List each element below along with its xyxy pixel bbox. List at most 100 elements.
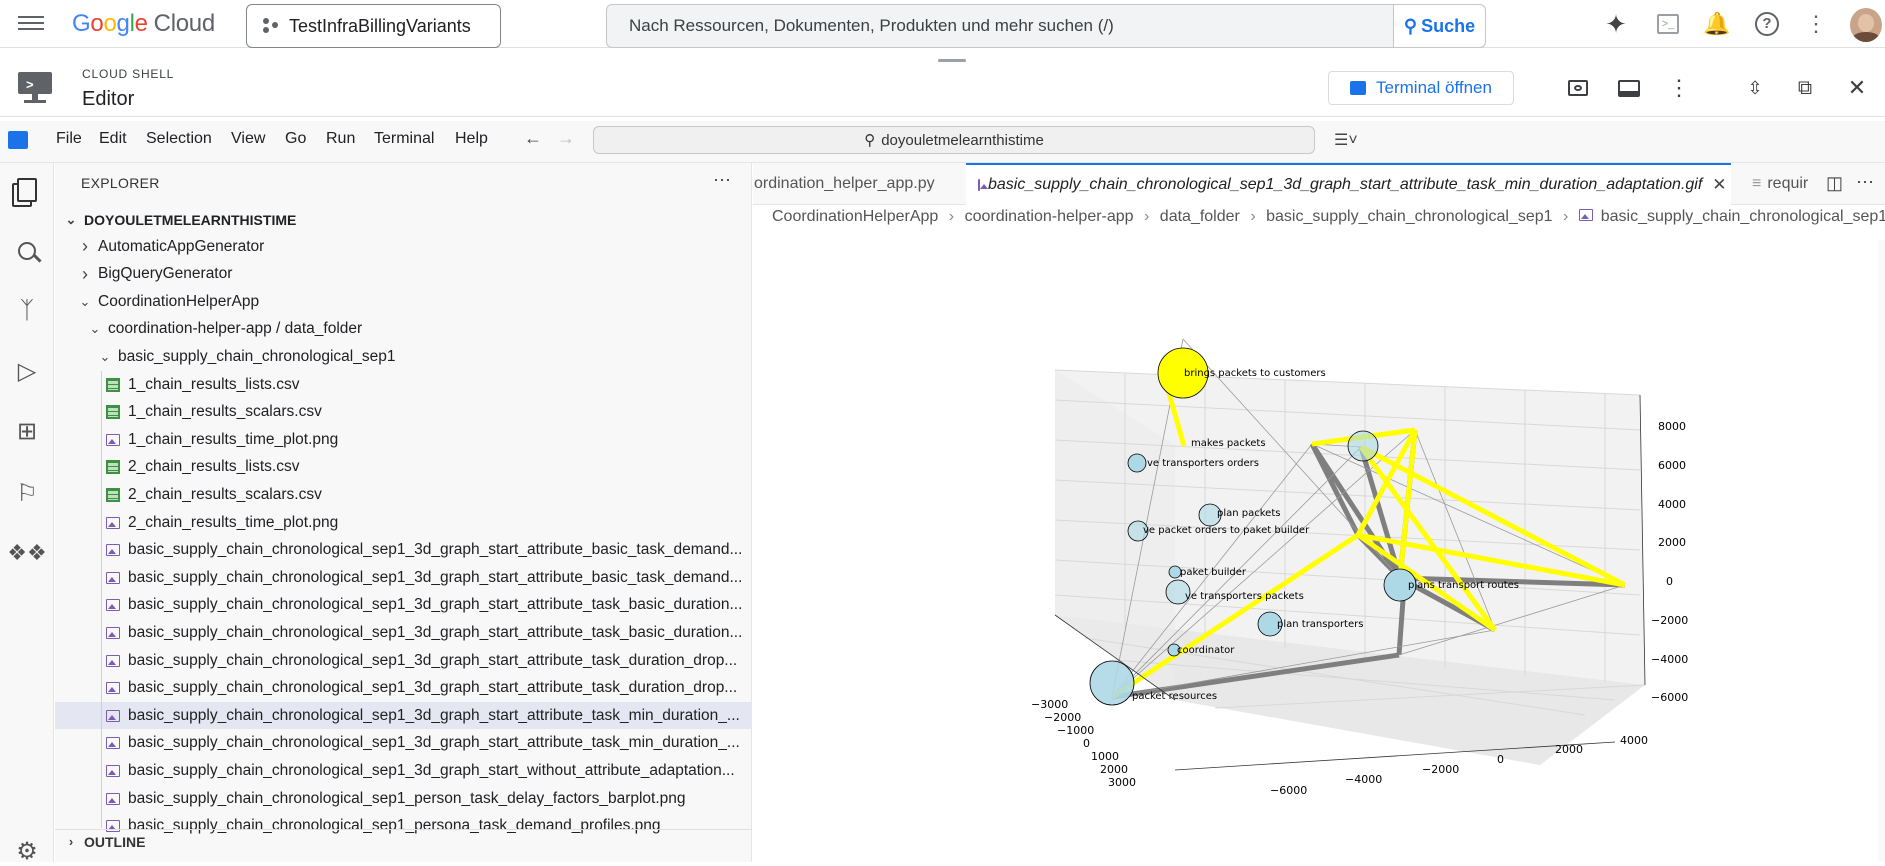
- menu-selection[interactable]: Selection: [146, 130, 212, 148]
- file-label: basic_supply_chain_chronological_sep1_pe…: [128, 789, 686, 807]
- z-tick-label: −4000: [1651, 653, 1688, 666]
- file-label: basic_supply_chain_chronological_sep1_3d…: [128, 734, 740, 752]
- command-center-search[interactable]: ⚲ doyouletmelearnthistime: [593, 126, 1315, 154]
- copilot-chat-icon[interactable]: ☰˅: [1334, 130, 1358, 150]
- file-label: basic_supply_chain_chronological_sep1_3d…: [128, 541, 743, 559]
- menu-file[interactable]: File: [56, 130, 82, 148]
- tab-requirements[interactable]: ≡ requir: [1740, 163, 1830, 205]
- breadcrumb-item[interactable]: basic_supply_chain_chronological_sep1_3d: [1601, 208, 1885, 225]
- menu-run[interactable]: Run: [326, 130, 355, 148]
- search-button[interactable]: ⚲ Suche: [1393, 5, 1485, 47]
- cloud-code-icon[interactable]: ❖❖: [7, 538, 46, 568]
- split-editor-icon[interactable]: ◫: [1826, 173, 1843, 194]
- open-new-window-icon[interactable]: ⧉: [1793, 76, 1817, 100]
- breadcrumb-item[interactable]: coordination-helper-app: [965, 208, 1134, 225]
- file-item[interactable]: basic_supply_chain_chronological_sep1_3d…: [55, 619, 752, 646]
- cloud-shell-header: [0, 55, 1885, 117]
- more-icon[interactable]: ⋮: [1667, 75, 1691, 100]
- preview-icon[interactable]: [1566, 76, 1590, 100]
- file-label: basic_supply_chain_chronological_sep1_3d…: [128, 651, 738, 669]
- file-item[interactable]: basic_supply_chain_chronological_sep1_3d…: [55, 757, 752, 784]
- file-item[interactable]: basic_supply_chain_chronological_sep1_3d…: [55, 647, 752, 674]
- folder-item[interactable]: ⌄ basic_supply_chain_chronological_sep1: [55, 343, 752, 370]
- csv-file-icon: [106, 377, 120, 392]
- editor-more-icon[interactable]: ⋯: [1856, 172, 1874, 193]
- z-tick-label: −6000: [1651, 691, 1688, 704]
- extensions-icon[interactable]: ⊞: [12, 416, 42, 446]
- file-item[interactable]: 1_chain_results_time_plot.png: [55, 426, 752, 453]
- csv-file-icon: [106, 487, 120, 502]
- outline-section[interactable]: › OUTLINE: [55, 829, 752, 853]
- breadcrumb-item[interactable]: CoordinationHelperApp: [772, 208, 938, 225]
- more-vert-icon[interactable]: ⋮: [1804, 11, 1828, 36]
- source-control-icon[interactable]: ᛉ: [12, 296, 42, 326]
- node-label: ve packet orders to paket builder: [1143, 525, 1310, 536]
- gemini-icon[interactable]: ✦: [1604, 9, 1628, 39]
- chevron-right-icon: ›: [1562, 208, 1569, 225]
- node-label: ve transporters packets: [1185, 591, 1304, 602]
- file-item[interactable]: 1_chain_results_lists.csv: [55, 371, 752, 398]
- folder-item[interactable]: › BigQueryGenerator: [55, 261, 752, 288]
- node-transporters-orders: [1127, 453, 1147, 473]
- menu-terminal[interactable]: Terminal: [374, 130, 434, 148]
- workspace-root[interactable]: ⌄ DOYOULETMELEARNTHISTIME: [64, 206, 297, 233]
- file-item[interactable]: 2_chain_results_scalars.csv: [55, 481, 752, 508]
- explorer-more-icon[interactable]: ⋯: [713, 170, 731, 191]
- file-item[interactable]: basic_supply_chain_chronological_sep1_3d…: [55, 675, 752, 702]
- file-label: 1_chain_results_time_plot.png: [128, 430, 339, 448]
- y-tick-label: −2000: [1422, 763, 1459, 776]
- search-input[interactable]: Nach Ressourcen, Dokumenten, Produkten u…: [607, 16, 1393, 36]
- file-item[interactable]: basic_supply_chain_chronological_sep1_3d…: [55, 592, 752, 619]
- file-item[interactable]: basic_supply_chain_chronological_sep1_3d…: [55, 730, 752, 757]
- close-icon[interactable]: ✕: [1845, 75, 1869, 100]
- minimize-icon[interactable]: ⇳: [1743, 76, 1767, 100]
- avatar[interactable]: [1850, 8, 1882, 42]
- image-file-icon: [106, 682, 120, 695]
- z-tick-label: 4000: [1658, 498, 1686, 511]
- search-icon[interactable]: [12, 236, 42, 266]
- breadcrumb-item[interactable]: data_folder: [1160, 208, 1240, 225]
- testing-flask-icon[interactable]: ⚐: [12, 478, 42, 508]
- close-tab-icon[interactable]: ✕: [1712, 175, 1726, 195]
- z-tick-label: −2000: [1651, 614, 1688, 627]
- main-menu-icon[interactable]: [18, 12, 44, 36]
- file-label: 1_chain_results_lists.csv: [128, 375, 300, 393]
- image-file-icon: [106, 626, 120, 639]
- forward-arrow-icon[interactable]: →: [557, 128, 575, 149]
- search-bar[interactable]: Nach Ressourcen, Dokumenten, Produkten u…: [606, 4, 1486, 48]
- tab-active-gif[interactable]: basic_supply_chain_chronological_sep1_3d…: [966, 163, 1731, 205]
- viewer-scrollbar[interactable]: [1878, 240, 1885, 862]
- resize-handle[interactable]: [938, 59, 966, 62]
- z-tick-label: 8000: [1658, 420, 1686, 433]
- file-item[interactable]: basic_supply_chain_chronological_sep1_3d…: [55, 537, 752, 564]
- menu-help[interactable]: Help: [455, 130, 488, 148]
- folder-item[interactable]: › AutomaticAppGenerator: [55, 233, 752, 260]
- z-tick-label: 0: [1666, 575, 1673, 588]
- explorer-files-icon[interactable]: [12, 175, 42, 205]
- x-tick-label: −2000: [1044, 711, 1081, 724]
- file-item[interactable]: 2_chain_results_time_plot.png: [55, 509, 752, 536]
- notifications-icon[interactable]: 🔔: [1703, 11, 1730, 36]
- menu-go[interactable]: Go: [285, 130, 306, 148]
- file-item[interactable]: basic_supply_chain_chronological_sep1_pe…: [55, 785, 752, 812]
- open-terminal-button[interactable]: Terminal öffnen: [1328, 71, 1514, 105]
- menu-view[interactable]: View: [231, 130, 265, 148]
- cloud-shell-icon[interactable]: >_: [1656, 12, 1680, 36]
- image-file-icon: [106, 709, 120, 722]
- run-debug-icon[interactable]: ▷: [12, 356, 42, 386]
- file-item[interactable]: basic_supply_chain_chronological_sep1_3d…: [55, 564, 752, 591]
- project-picker[interactable]: TestInfraBillingVariants: [246, 4, 501, 48]
- folder-item[interactable]: ⌄ coordination-helper-app / data_folder: [55, 316, 752, 343]
- file-item[interactable]: basic_supply_chain_chronological_sep1_3d…: [55, 702, 752, 730]
- tab-coordination-helper-app[interactable]: ordination_helper_app.py: [742, 163, 965, 205]
- file-item[interactable]: 2_chain_results_lists.csv: [55, 454, 752, 481]
- breadcrumb-item[interactable]: basic_supply_chain_chronological_sep1: [1266, 208, 1552, 225]
- image-file-icon: [106, 433, 120, 446]
- help-icon[interactable]: ?: [1755, 12, 1779, 36]
- folder-item[interactable]: ⌄ CoordinationHelperApp: [55, 288, 752, 315]
- google-cloud-logo[interactable]: Google Cloud: [72, 8, 215, 40]
- file-item[interactable]: 1_chain_results_scalars.csv: [55, 399, 752, 426]
- back-arrow-icon[interactable]: ←: [524, 128, 542, 149]
- menu-edit[interactable]: Edit: [99, 130, 127, 148]
- layout-icon[interactable]: [1617, 76, 1641, 100]
